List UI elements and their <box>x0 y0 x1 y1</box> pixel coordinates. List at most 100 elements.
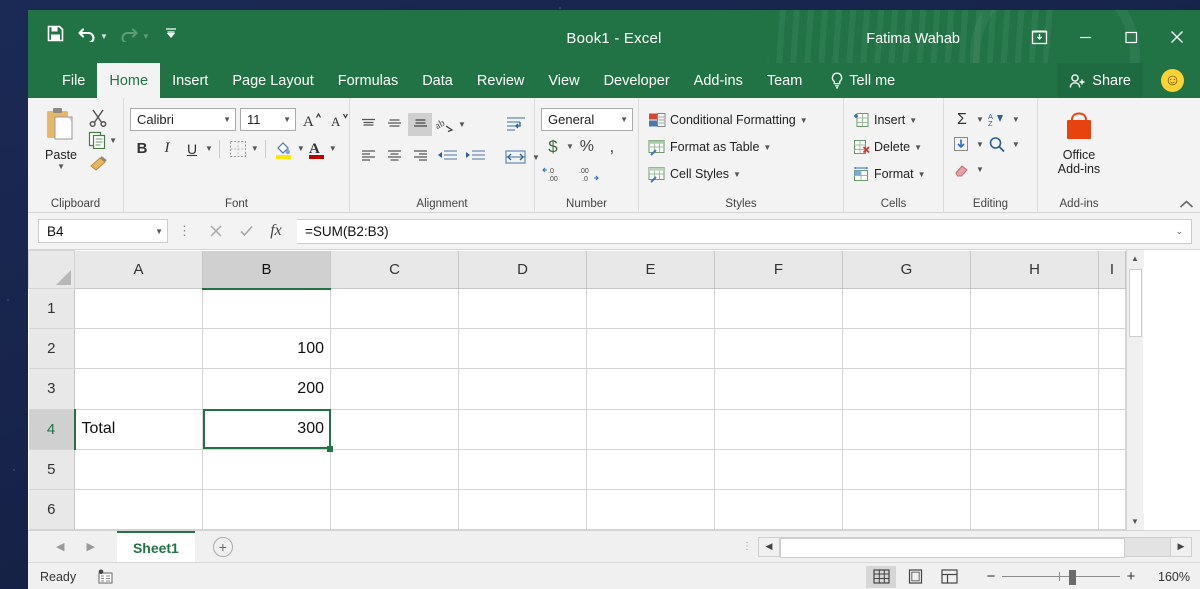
decrease-decimal-icon[interactable]: .00.0 <box>577 162 607 185</box>
tab-add-ins[interactable]: Add-ins <box>682 63 755 98</box>
cell-f2[interactable] <box>714 328 843 370</box>
scroll-right-icon[interactable]: ▶ <box>1170 536 1192 557</box>
cell-c5[interactable] <box>330 449 459 490</box>
tab-insert[interactable]: Insert <box>160 63 220 98</box>
cell-e2[interactable] <box>586 328 715 370</box>
increase-decimal-icon[interactable]: .0.00 <box>541 162 571 185</box>
row-header-6[interactable]: 6 <box>28 489 75 531</box>
delete-cells-button[interactable]: Delete ▼ <box>850 135 925 159</box>
cell-a5[interactable] <box>74 449 203 490</box>
vertical-scrollbar-thumb[interactable] <box>1128 269 1142 337</box>
cell-i6[interactable] <box>1098 489 1126 531</box>
cell-styles-dropdown-icon[interactable]: ▼ <box>733 170 741 179</box>
clear-dropdown-icon[interactable]: ▼ <box>976 165 984 174</box>
cell-a1[interactable] <box>74 288 203 330</box>
cancel-icon[interactable] <box>201 218 231 244</box>
format-as-table-button[interactable]: Format as Table ▼ <box>645 135 774 159</box>
italic-button[interactable]: I <box>155 137 179 160</box>
tab-data[interactable]: Data <box>410 63 465 98</box>
row-header-5[interactable]: 5 <box>28 449 75 490</box>
zoom-in-button[interactable]: + <box>1120 568 1142 585</box>
format-dropdown-icon[interactable]: ▼ <box>918 170 926 179</box>
row-header-1[interactable]: 1 <box>28 288 75 330</box>
record-macro-icon[interactable] <box>96 569 115 585</box>
number-format-combobox[interactable]: General ▼ <box>541 108 633 131</box>
autosum-button[interactable]: Σ <box>950 108 974 131</box>
cell-g3[interactable] <box>842 368 971 410</box>
cell-d6[interactable] <box>458 489 587 531</box>
borders-button[interactable] <box>226 137 250 160</box>
underline-button[interactable]: U <box>180 137 204 160</box>
cell-f4[interactable] <box>714 409 843 450</box>
font-color-button[interactable]: A <box>306 137 328 160</box>
minimize-icon[interactable] <box>1062 16 1108 58</box>
zoom-level-label[interactable]: 160% <box>1146 570 1190 584</box>
ribbon-display-options-icon[interactable] <box>1016 16 1062 58</box>
cut-icon[interactable] <box>88 106 117 128</box>
column-header-c[interactable]: C <box>330 250 459 290</box>
bold-button[interactable]: B <box>130 137 154 160</box>
column-header-g[interactable]: G <box>842 250 971 290</box>
cell-e3[interactable] <box>586 368 715 410</box>
paste-button[interactable]: Paste ▼ <box>34 104 88 171</box>
merge-and-center-icon[interactable] <box>502 145 530 169</box>
copy-button[interactable]: ▼ <box>88 131 117 149</box>
column-header-a[interactable]: A <box>74 250 203 290</box>
copy-dropdown-icon[interactable]: ▼ <box>109 136 117 145</box>
font-color-dropdown-icon[interactable]: ▼ <box>329 144 337 153</box>
cell-a2[interactable] <box>74 328 203 370</box>
add-sheet-button[interactable]: + <box>212 536 233 557</box>
cell-b2[interactable]: 100 <box>202 328 331 370</box>
conditional-formatting-dropdown-icon[interactable]: ▼ <box>800 116 808 125</box>
page-break-preview-button[interactable] <box>934 566 964 588</box>
cell-e6[interactable] <box>586 489 715 531</box>
format-as-table-dropdown-icon[interactable]: ▼ <box>763 143 771 152</box>
formula-input[interactable]: =SUM(B2:B3) ⌄ <box>297 218 1192 244</box>
column-header-i[interactable]: I <box>1098 250 1126 290</box>
cell-h3[interactable] <box>970 368 1099 410</box>
cell-f5[interactable] <box>714 449 843 490</box>
align-middle-icon[interactable] <box>382 113 406 136</box>
cell-styles-button[interactable]: Cell Styles ▼ <box>645 162 744 186</box>
next-sheet-icon[interactable]: ▶ <box>86 540 94 553</box>
font-name-combobox[interactable]: Calibri ▼ <box>130 108 236 131</box>
format-cells-button[interactable]: Format ▼ <box>850 162 929 186</box>
orientation-dropdown-icon[interactable]: ▼ <box>458 120 466 129</box>
font-size-combobox[interactable]: 11 ▼ <box>240 108 296 131</box>
cell-i4[interactable] <box>1098 409 1126 450</box>
tab-home[interactable]: Home <box>97 63 161 98</box>
fill-dropdown-icon[interactable]: ▼ <box>976 140 984 149</box>
maximize-icon[interactable] <box>1108 16 1154 58</box>
previous-sheet-icon[interactable]: ◀ <box>56 540 64 553</box>
cell-i2[interactable] <box>1098 328 1126 370</box>
insert-function-icon[interactable]: fx <box>261 218 291 244</box>
increase-font-size-button[interactable]: A <box>300 108 324 131</box>
decrease-indent-icon[interactable] <box>434 144 460 167</box>
normal-view-button[interactable] <box>866 565 896 588</box>
tab-formulas[interactable]: Formulas <box>326 63 410 98</box>
account-name[interactable]: Fatima Wahab <box>866 31 960 47</box>
align-top-icon[interactable] <box>356 113 380 136</box>
cell-b4[interactable]: 300 <box>202 409 333 452</box>
scroll-up-icon[interactable]: ▲ <box>1126 250 1144 267</box>
insert-cells-button[interactable]: Insert ▼ <box>850 108 920 132</box>
wrap-text-icon[interactable] <box>502 113 530 137</box>
conditional-formatting-button[interactable]: Conditional Formatting ▼ <box>645 108 811 132</box>
autosum-dropdown-icon[interactable]: ▼ <box>976 115 984 124</box>
column-header-h[interactable]: H <box>970 250 1099 290</box>
cell-d5[interactable] <box>458 449 587 490</box>
share-button[interactable]: Share <box>1057 63 1143 98</box>
fill-icon[interactable] <box>950 133 974 156</box>
cell-d2[interactable] <box>458 328 587 370</box>
expand-formula-bar-icon[interactable]: ⌄ <box>1175 226 1183 237</box>
find-and-select-icon[interactable] <box>986 133 1010 156</box>
orientation-icon[interactable]: ab <box>434 113 456 136</box>
fill-color-dropdown-icon[interactable]: ▼ <box>297 144 305 153</box>
cell-a3[interactable] <box>74 368 203 410</box>
cell-i5[interactable] <box>1098 449 1126 490</box>
zoom-slider-thumb[interactable] <box>1069 569 1076 585</box>
tab-file[interactable]: File <box>50 63 97 98</box>
cell-h1[interactable] <box>970 288 1099 330</box>
scroll-down-icon[interactable]: ▼ <box>1126 513 1144 530</box>
cell-d4[interactable] <box>458 409 587 450</box>
